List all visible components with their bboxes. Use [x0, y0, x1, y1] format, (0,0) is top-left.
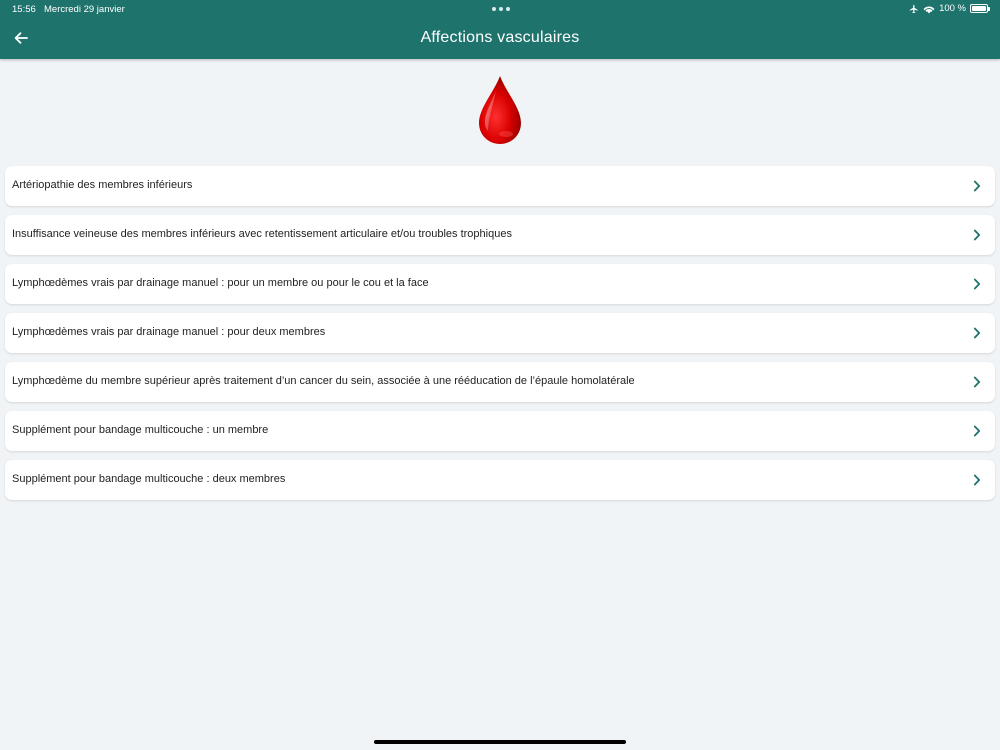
list-item[interactable]: Lymphœdèmes vrais par drainage manuel : …: [5, 264, 995, 304]
list-item[interactable]: Insuffisance veineuse des membres inféri…: [5, 215, 995, 255]
status-bar: 15:56 Mercredi 29 janvier 100 %: [0, 0, 1000, 18]
chevron-right-icon: [973, 278, 981, 290]
home-indicator[interactable]: [374, 740, 626, 744]
chevron-right-icon: [973, 180, 981, 192]
status-date: Mercredi 29 janvier: [44, 4, 125, 15]
battery-icon: [970, 4, 990, 13]
status-right: 100 %: [909, 3, 990, 14]
list-item[interactable]: Lymphœdèmes vrais par drainage manuel : …: [5, 313, 995, 353]
list-item[interactable]: Lymphœdème du membre supérieur après tra…: [5, 362, 995, 402]
item-label: Lymphœdèmes vrais par drainage manuel : …: [12, 277, 429, 289]
item-label: Lymphœdèmes vrais par drainage manuel : …: [12, 326, 326, 338]
chevron-right-icon: [973, 376, 981, 388]
chevron-right-icon: [973, 327, 981, 339]
item-label: Supplément pour bandage multicouche : de…: [12, 473, 286, 485]
chevron-right-icon: [973, 474, 981, 486]
item-label: Supplément pour bandage multicouche : un…: [12, 424, 269, 436]
app-header: 15:56 Mercredi 29 janvier 100 % Affectio…: [0, 0, 1000, 59]
blood-drop-icon: [479, 76, 521, 144]
list-item[interactable]: Artériopathie des membres inférieurs: [5, 166, 995, 206]
item-label: Lymphœdème du membre supérieur après tra…: [12, 375, 635, 387]
item-label: Artériopathie des membres inférieurs: [12, 179, 193, 191]
airplane-icon: [909, 4, 918, 13]
item-label: Insuffisance veineuse des membres inféri…: [12, 228, 512, 240]
page-title: Affections vasculaires: [420, 29, 580, 46]
status-time: 15:56: [12, 4, 36, 15]
list-item[interactable]: Supplément pour bandage multicouche : de…: [5, 460, 995, 500]
condition-list: Artériopathie des membres inférieurs Ins…: [5, 166, 995, 509]
chevron-right-icon: [973, 229, 981, 241]
battery-percent: 100 %: [939, 3, 966, 14]
wifi-icon: [923, 5, 935, 13]
list-item[interactable]: Supplément pour bandage multicouche : un…: [5, 411, 995, 451]
chevron-right-icon: [973, 425, 981, 437]
multitasking-dots[interactable]: [492, 7, 510, 11]
